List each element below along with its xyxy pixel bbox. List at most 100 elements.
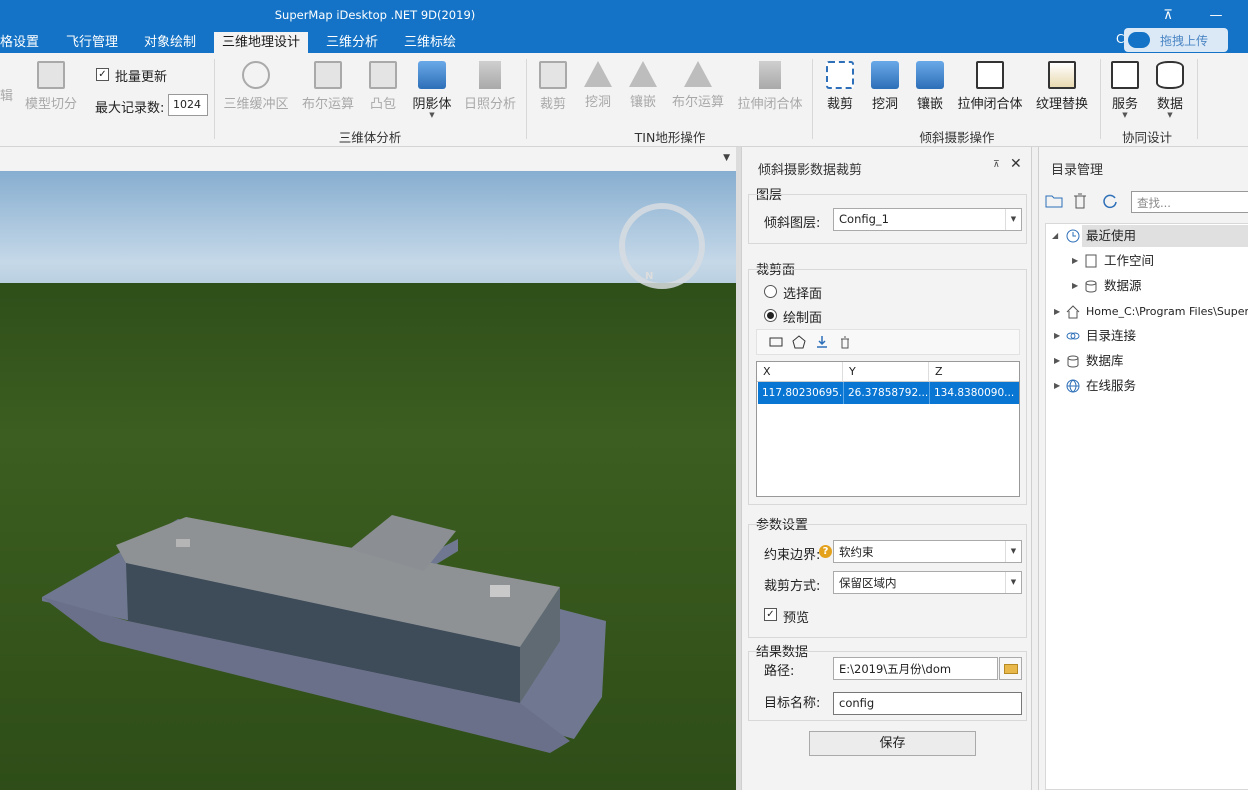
chevron-down-icon: ▼ [1122,111,1128,119]
layer-combo[interactable]: Config_1 ▼ [833,208,1022,231]
pin-window-icon[interactable]: ⊼ [1158,6,1178,26]
expand-arrow-icon[interactable]: ▶ [1054,350,1060,372]
draw-face-radio[interactable] [764,309,777,322]
cloud-icon [1128,32,1150,48]
tree-label-recent: 最近使用 [1086,228,1137,243]
tin-extrude-button[interactable]: 拉伸闭合体 [736,59,804,119]
column-header-x: X [757,362,843,382]
help-icon[interactable]: ? [819,545,832,558]
tree-item-catalog-link[interactable]: 目录连接 [1086,325,1136,347]
tab-3d-geo-design[interactable]: 三维地理设计 [214,32,309,53]
tab-object-drawing[interactable]: 对象绘制 [136,32,204,53]
rectangle-icon[interactable] [769,335,783,349]
oblique-clip-icon [826,61,854,89]
tin-hole-icon [584,61,612,87]
texture-replace-button[interactable]: 纹理替换 [1034,59,1090,119]
pin-icon[interactable]: ⊼ [993,160,1000,170]
tin-clip-button[interactable]: 裁剪 [536,59,570,119]
oblique-extrude-icon [976,61,1004,89]
draw-toolbar [756,329,1020,355]
tree-item-database[interactable]: 数据库 [1086,350,1124,372]
browse-folder-button[interactable] [999,657,1022,680]
tin-mosaic-icon [629,61,657,87]
scene-window: ▼ N [0,147,738,790]
oblique-extrude-button[interactable]: 拉伸闭合体 [956,59,1024,119]
new-folder-icon[interactable] [1045,192,1063,210]
oblique-mosaic-button[interactable]: 镶嵌 [913,59,947,119]
tree-item-home[interactable]: Home_C:\Program Files\SuperM [1086,301,1248,323]
compass-icon[interactable]: N [619,203,705,289]
refresh-icon[interactable] [1101,192,1119,210]
workspace-icon [1085,254,1097,268]
chevron-down-icon: ▼ [1005,209,1021,230]
tab-flight-management[interactable]: 飞行管理 [58,32,126,53]
catalog-search-input[interactable]: 查找... [1131,191,1248,213]
save-button[interactable]: 保存 [809,731,976,756]
oblique-hole-button[interactable]: 挖洞 [868,59,902,119]
preview-checkbox[interactable]: ✓ [764,608,777,621]
model-split-button[interactable]: 模型切分 [24,59,78,119]
convex-hull-button[interactable]: 凸包 [366,59,400,119]
expand-arrow-icon[interactable]: ▶ [1072,250,1078,272]
tin-mosaic-button[interactable]: 镶嵌 [626,59,660,119]
expand-arrow-icon[interactable]: ▶ [1072,275,1078,297]
boolean-op-button[interactable]: 布尔运算 [298,59,358,119]
convex-hull-icon [369,61,397,89]
expand-arrow-icon[interactable]: ▶ [1054,375,1060,397]
batch-update-label: 批量更新 [115,70,168,85]
polygon-icon[interactable] [792,335,806,349]
tin-boolean-button[interactable]: 布尔运算 [670,59,726,119]
tab-grid-settings[interactable]: 格设置 [0,32,47,53]
drag-upload-badge[interactable]: C 拖拽上传 [1116,28,1228,52]
expand-arrow-icon[interactable]: ▶ [1054,301,1060,323]
datasource-icon [1085,280,1097,293]
tree-item-online-service[interactable]: 在线服务 [1086,375,1136,397]
cell-z: 134.8380090... [934,387,1015,399]
path-input[interactable]: E:\2019\五月份\dom [833,657,998,680]
tin-boolean-icon [684,61,712,87]
catalog-title: 目录管理 [1051,163,1104,178]
oblique-hole-icon [871,61,899,89]
chevron-down-icon: ▼ [1167,111,1173,119]
tree-item-workspace[interactable]: 工作空间 [1104,250,1154,272]
tree-item-datasource[interactable]: 数据源 [1104,275,1142,297]
max-records-input[interactable]: 1024 [168,94,208,116]
data-button[interactable]: 数据 ▼ [1153,59,1187,119]
target-name-input[interactable]: config [833,692,1022,715]
import-icon[interactable] [815,335,829,349]
cell-y: 26.37858792... [844,382,930,404]
group-label-collab: 协同设计 [1121,130,1172,145]
clock-icon [1066,229,1080,243]
tab-3d-analysis[interactable]: 三维分析 [318,32,386,53]
group-label-tin: TIN地形操作 [634,130,706,145]
tin-clip-icon [539,61,567,89]
window-title: SuperMap iDesktop .NET 9D(2019) [274,8,476,22]
oblique-clip-button[interactable]: 裁剪 [823,59,857,119]
collapse-arrow-icon[interactable]: ◢ [1052,225,1058,247]
ribbon-separator [1197,59,1198,139]
select-face-radio[interactable] [764,285,777,298]
constraint-combo[interactable]: 软约束 ▼ [833,540,1022,563]
chevron-down-icon: ▼ [429,111,435,119]
delete-icon[interactable] [1071,192,1089,210]
delete-icon[interactable] [838,335,852,349]
constraint-label: 约束边界: [764,548,821,563]
3d-viewport[interactable]: N [0,171,736,790]
3d-buffer-icon [242,61,270,89]
scene-menu-caret-icon[interactable]: ▼ [723,153,730,163]
shadow-volume-button[interactable]: 阴影体 ▼ [410,59,454,119]
table-row[interactable]: 117.80230695... 26.37858792... 134.83800… [758,382,1019,404]
minimize-button[interactable]: — [1206,6,1226,26]
clip-mode-combo[interactable]: 保留区域内 ▼ [833,571,1022,594]
close-icon[interactable]: ✕ [1010,156,1022,172]
sunlight-analysis-button[interactable]: 日照分析 [462,59,518,119]
service-button[interactable]: 服务 ▼ [1108,59,1142,119]
expand-arrow-icon[interactable]: ▶ [1054,325,1060,347]
3d-buffer-button[interactable]: 三维缓冲区 [222,59,290,119]
tab-overflow-letter: C [1116,32,1125,46]
edit-button-partial[interactable]: 辑 [0,85,13,105]
shadow-volume-icon [418,61,446,89]
batch-update-checkbox[interactable]: ✓ [96,68,109,81]
tin-hole-button[interactable]: 挖洞 [581,59,615,119]
tab-3d-plotting[interactable]: 三维标绘 [396,32,464,53]
